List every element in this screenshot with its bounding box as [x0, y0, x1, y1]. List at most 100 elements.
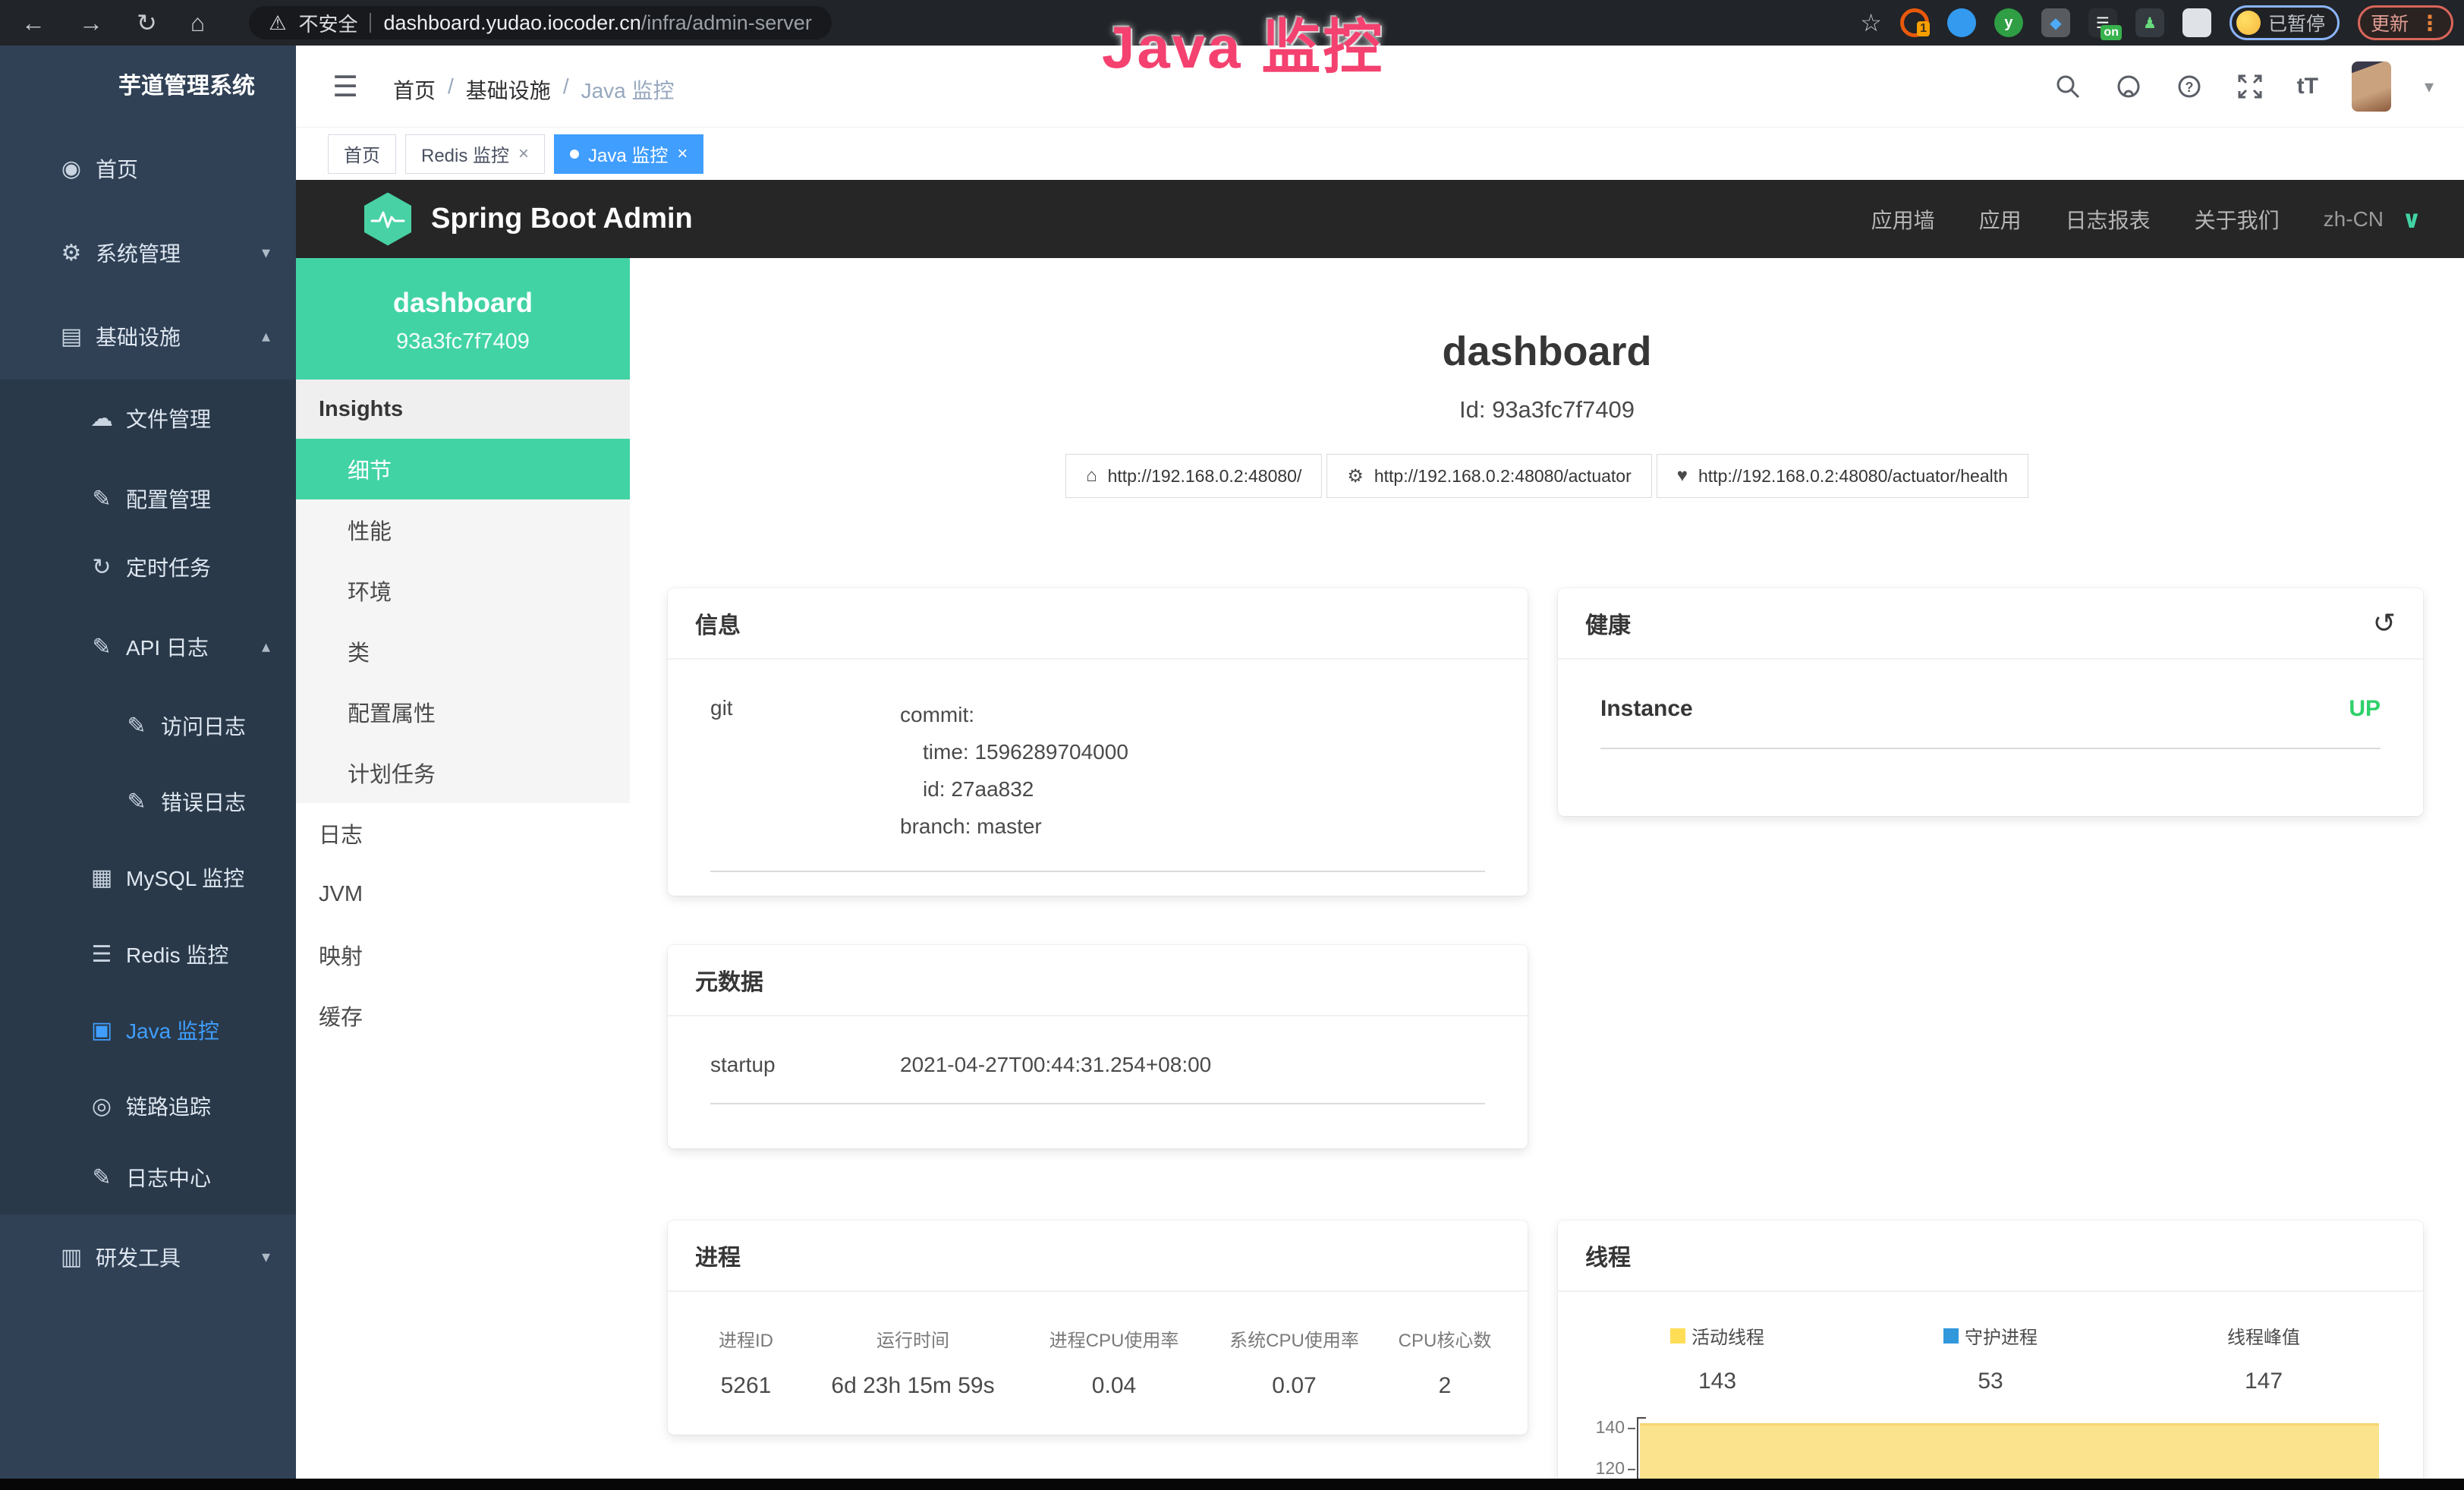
profile-paused-chip[interactable]: 已暂停: [2230, 5, 2340, 40]
breadcrumb-home[interactable]: 首页: [393, 74, 436, 105]
sidebar-item-error-log[interactable]: ✎ 错误日志: [0, 779, 296, 824]
sidebar-item-label: 系统管理: [96, 238, 181, 268]
sidebar-item-mysql-monitor[interactable]: ▦ MySQL 监控: [0, 855, 296, 900]
chevron-down-icon: ▾: [262, 243, 270, 263]
health-card: 健康 ↺ Instance UP: [1558, 588, 2423, 816]
actuator-url-button[interactable]: ⚙ http://192.168.0.2:48080/actuator: [1326, 454, 1651, 498]
sba-item-caches[interactable]: 缓存: [296, 985, 630, 1046]
sidebar-item-file-manage[interactable]: ☁ 文件管理: [0, 395, 296, 441]
extension-icon-puzzle[interactable]: [2182, 8, 2211, 37]
sba-link-about[interactable]: 关于我们: [2195, 204, 2280, 235]
breadcrumb-infrastructure[interactable]: 基础设施: [466, 74, 551, 105]
sidebar-item-dev-tools[interactable]: ▥ 研发工具 ▾: [0, 1234, 296, 1280]
sidebar-item-log-center[interactable]: ✎ 日志中心: [0, 1155, 296, 1200]
process-col-uptime: 运行时间: [803, 1325, 1023, 1352]
gear-icon: ⚙: [55, 240, 88, 266]
back-icon[interactable]: ←: [21, 0, 46, 46]
bookmark-star-icon[interactable]: ☆: [1860, 8, 1882, 37]
instance-url-row: ⌂ http://192.168.0.2:48080/ ⚙ http://192…: [630, 454, 2464, 498]
sidebar-item-config-manage[interactable]: ✎ 配置管理: [0, 476, 296, 521]
extension-icon-leaf[interactable]: ♟: [2135, 8, 2164, 37]
header-actions: ? tT ▾: [2054, 46, 2434, 128]
user-avatar[interactable]: [2352, 61, 2391, 112]
sidebar-item-system-manage[interactable]: ⚙ 系统管理 ▾: [0, 230, 296, 276]
sba-item-classes[interactable]: 类: [296, 621, 630, 682]
app-logo-row[interactable]: 芋道管理系统: [0, 56, 296, 111]
forward-icon[interactable]: →: [79, 0, 103, 46]
sba-item-logs[interactable]: 日志: [296, 803, 630, 864]
extension-icon-orange[interactable]: 1: [1900, 8, 1929, 37]
sidebar-item-java-monitor[interactable]: ▣ Java 监控: [0, 1007, 296, 1053]
extension-icon-grid[interactable]: ◆: [2041, 8, 2070, 37]
home-icon: ⌂: [1086, 465, 1097, 487]
extension-icon-y[interactable]: y: [1994, 8, 2023, 37]
sba-link-journal[interactable]: 日志报表: [2066, 204, 2151, 235]
close-icon[interactable]: ×: [518, 143, 529, 165]
search-icon[interactable]: [2054, 73, 2082, 100]
hamburger-icon[interactable]: ☰: [332, 70, 358, 104]
locale-chevron-icon[interactable]: ∨: [2402, 205, 2422, 234]
monitor-screen-icon: ▣: [85, 1017, 118, 1044]
tab-home[interactable]: 首页: [328, 134, 396, 174]
info-card-header: 信息: [668, 588, 1528, 660]
sba-item-jvm[interactable]: JVM: [296, 864, 630, 925]
dashboard-icon: ◉: [55, 156, 88, 182]
font-size-icon[interactable]: tT: [2297, 74, 2318, 99]
legend-square-yellow: [1670, 1328, 1685, 1344]
sidebar-item-tracing[interactable]: ◎ 链路追踪: [0, 1083, 296, 1129]
locale-select[interactable]: zh-CN: [2324, 207, 2384, 232]
sidebar-item-home[interactable]: ◉ 首页: [0, 146, 296, 191]
sba-app-header[interactable]: dashboard 93a3fc7f7409: [296, 258, 630, 380]
process-table: 进程ID 运行时间 进程CPU使用率 系统CPU使用率 CPU核心数 5261 …: [668, 1292, 1528, 1399]
chrome-update-button[interactable]: 更新 ⋮: [2358, 5, 2453, 40]
sba-item-config-props[interactable]: 配置属性: [296, 682, 630, 742]
reload-icon[interactable]: ↻: [137, 0, 157, 46]
browser-menu-icon[interactable]: ⋮: [2419, 11, 2440, 36]
tags-view-bar: 首页 Redis 监控 × Java 监控 ×: [296, 128, 2464, 180]
sba-item-scheduled-tasks[interactable]: 计划任务: [296, 742, 630, 803]
sba-item-mappings[interactable]: 映射: [296, 925, 630, 985]
health-instance-label[interactable]: Instance: [1600, 696, 1693, 722]
sba-logo-icon[interactable]: [364, 193, 411, 246]
timer-icon: ↻: [85, 554, 118, 581]
home-icon[interactable]: ⌂: [190, 0, 205, 46]
sidebar-item-infrastructure[interactable]: ▤ 基础设施 ▴: [0, 313, 296, 359]
git-branch-line: branch: master: [900, 808, 1128, 845]
extension-badge: 1: [1917, 21, 1930, 36]
sba-brand-title[interactable]: Spring Boot Admin: [431, 203, 693, 235]
sba-link-applications[interactable]: 应用: [1979, 204, 2022, 235]
active-tab-dot: [570, 150, 579, 159]
close-icon[interactable]: ×: [677, 143, 688, 165]
sidebar-item-access-log[interactable]: ✎ 访问日志: [0, 703, 296, 748]
sba-link-wallboard[interactable]: 应用墙: [1871, 204, 1935, 235]
card-title: 线程: [1585, 1239, 1631, 1272]
tab-java-monitor[interactable]: Java 监控 ×: [554, 134, 703, 174]
service-url-button[interactable]: ⌂ http://192.168.0.2:48080/: [1065, 454, 1322, 498]
sidebar-item-label: Redis 监控: [126, 939, 228, 969]
sba-item-environment[interactable]: 环境: [296, 560, 630, 621]
address-bar[interactable]: ⚠ 不安全 dashboard.yudao.iocoder.cn/infra/a…: [249, 6, 832, 39]
extension-icon-list[interactable]: ☰on: [2088, 8, 2117, 37]
edit-icon: ✎: [85, 486, 118, 512]
sidebar-item-redis-monitor[interactable]: ☰ Redis 监控: [0, 931, 296, 977]
extension-icon-drop[interactable]: [1947, 8, 1976, 37]
history-icon[interactable]: ↺: [2373, 607, 2396, 639]
sidebar-item-scheduled-jobs[interactable]: ↻ 定时任务: [0, 544, 296, 590]
sidebar-item-api-log[interactable]: ✎ API 日志 ▴: [0, 624, 296, 669]
card-title: 健康: [1585, 606, 1631, 640]
url-text[interactable]: dashboard.yudao.iocoder.cn/infra/admin-s…: [383, 11, 811, 35]
instance-id: Id: 93a3fc7f7409: [630, 396, 2464, 424]
tab-redis-monitor[interactable]: Redis 监控 ×: [405, 134, 545, 174]
sba-item-metrics[interactable]: 性能: [296, 499, 630, 560]
tab-label: 首页: [344, 140, 380, 167]
fullscreen-icon[interactable]: [2236, 73, 2264, 100]
sba-nav-links: 应用墙 应用 日志报表 关于我们 zh-CN ∨: [1871, 204, 2422, 235]
sidebar-item-label: 首页: [96, 153, 138, 184]
help-icon[interactable]: ?: [2176, 73, 2203, 100]
github-icon[interactable]: [2115, 73, 2142, 100]
sidebar-item-label: 基础设施: [96, 321, 181, 351]
health-url-button[interactable]: ♥ http://192.168.0.2:48080/actuator/heal…: [1657, 454, 2028, 498]
avatar-caret-icon[interactable]: ▾: [2425, 76, 2434, 98]
sba-item-details[interactable]: 细节: [296, 439, 630, 499]
live-threads-value: 143: [1581, 1369, 1854, 1394]
